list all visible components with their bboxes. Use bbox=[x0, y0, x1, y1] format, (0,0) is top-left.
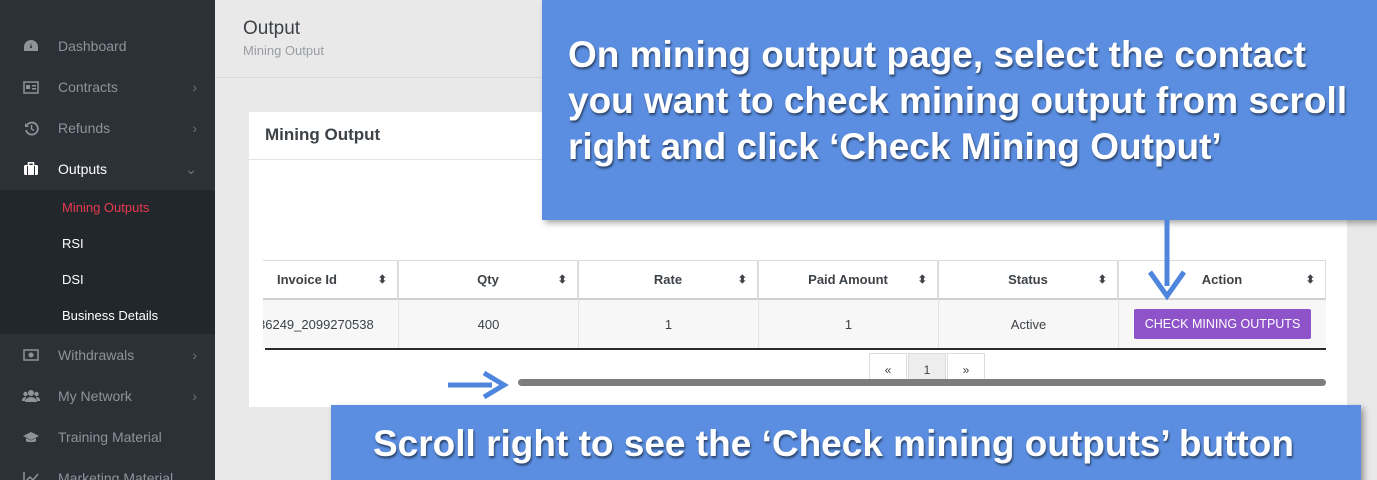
instruction-callout-top: On mining output page, select the contac… bbox=[542, 0, 1377, 220]
qty-cell: 400 bbox=[398, 300, 578, 348]
outputs-submenu: Mining Outputs RSI DSI Business Details bbox=[0, 190, 215, 334]
status-cell: Active bbox=[938, 300, 1118, 348]
refunds-icon bbox=[22, 120, 40, 136]
sidebar-item-my-network[interactable]: My Network › bbox=[0, 376, 215, 416]
callout-text: Scroll right to see the ‘Check mining ou… bbox=[373, 423, 1294, 464]
callout-text: On mining output page, select the contac… bbox=[568, 34, 1348, 167]
column-header-rate[interactable]: Rate ⬍ bbox=[578, 260, 758, 300]
column-header-invoice-id[interactable]: Invoice Id ⬍ bbox=[263, 260, 398, 300]
sidebar-item-outputs[interactable]: Outputs ⌄ bbox=[0, 149, 215, 189]
sidebar-item-label: Dashboard bbox=[58, 38, 127, 54]
invoice-id-value: 36249_2099270538 bbox=[263, 316, 374, 332]
sidebar-item-label: Training Material bbox=[58, 429, 162, 445]
dashboard-icon bbox=[22, 38, 40, 54]
sidebar-item-label: Marketing Material bbox=[58, 470, 174, 480]
column-header-label: Paid Amount bbox=[808, 272, 888, 287]
instruction-callout-bottom: Scroll right to see the ‘Check mining ou… bbox=[331, 405, 1361, 480]
users-icon bbox=[22, 388, 40, 404]
sort-icon: ⬍ bbox=[737, 274, 747, 286]
action-cell: CHECK MINING OUTPUTS bbox=[1118, 300, 1326, 348]
check-mining-outputs-button[interactable]: CHECK MINING OUTPUTS bbox=[1133, 309, 1312, 339]
card-title: Mining Output bbox=[265, 125, 381, 144]
sidebar-item-withdrawals[interactable]: Withdrawals › bbox=[0, 335, 215, 375]
breadcrumb: Mining Output bbox=[243, 43, 324, 58]
column-header-label: Action bbox=[1201, 272, 1243, 287]
table-divider bbox=[265, 348, 1326, 350]
chevron-right-icon: › bbox=[192, 120, 197, 136]
invoice-id-cell: 36249_2099270538 bbox=[263, 300, 398, 348]
column-header-label: Rate bbox=[653, 272, 683, 287]
sort-icon: ⬍ bbox=[377, 274, 387, 286]
chevron-right-icon: › bbox=[192, 388, 197, 404]
money-icon bbox=[22, 347, 40, 363]
arrow-down-icon bbox=[1147, 220, 1187, 301]
column-header-paid-amount[interactable]: Paid Amount ⬍ bbox=[758, 260, 938, 300]
submenu-item-rsi[interactable]: RSI bbox=[62, 236, 84, 251]
horizontal-scrollbar[interactable] bbox=[518, 379, 1326, 386]
sidebar-item-label: Refunds bbox=[58, 120, 111, 136]
column-header-qty[interactable]: Qty ⬍ bbox=[398, 260, 578, 300]
paid-amount-cell: 1 bbox=[758, 300, 938, 348]
sidebar-item-dashboard[interactable]: Dashboard bbox=[0, 26, 215, 66]
sidebar-item-refunds[interactable]: Refunds › bbox=[0, 108, 215, 148]
sort-icon: ⬍ bbox=[557, 274, 567, 286]
sidebar-item-label: Contracts bbox=[58, 79, 118, 95]
column-header-label: Status bbox=[1008, 272, 1048, 287]
submenu-item-dsi[interactable]: DSI bbox=[62, 272, 84, 287]
contracts-icon bbox=[22, 79, 40, 95]
chevron-right-icon: › bbox=[192, 79, 197, 95]
column-header-status[interactable]: Status ⬍ bbox=[938, 260, 1118, 300]
sidebar-item-label: Outputs bbox=[58, 161, 108, 177]
column-header-label: Invoice Id bbox=[277, 272, 337, 287]
submenu-item-mining-outputs[interactable]: Mining Outputs bbox=[62, 200, 149, 215]
briefcase-icon bbox=[22, 161, 40, 177]
sort-icon: ⬍ bbox=[1097, 274, 1107, 286]
sidebar-item-label: My Network bbox=[58, 388, 132, 404]
sidebar-item-label: Withdrawals bbox=[58, 347, 135, 363]
sidebar-item-contracts[interactable]: Contracts › bbox=[0, 67, 215, 107]
sort-icon: ⬍ bbox=[917, 274, 927, 286]
rate-cell: 1 bbox=[578, 300, 758, 348]
graduation-cap-icon bbox=[22, 429, 40, 445]
sidebar-item-marketing-material[interactable]: Marketing Material bbox=[0, 458, 215, 480]
sort-icon: ⬍ bbox=[1305, 274, 1315, 286]
arrow-right-icon bbox=[448, 370, 509, 400]
chevron-down-icon: ⌄ bbox=[185, 160, 197, 177]
chevron-right-icon: › bbox=[192, 347, 197, 363]
sidebar-item-training-material[interactable]: Training Material bbox=[0, 417, 215, 457]
submenu-item-business-details[interactable]: Business Details bbox=[62, 308, 158, 323]
sidebar: Dashboard Contracts › Refunds › Outputs … bbox=[0, 0, 215, 480]
column-header-label: Qty bbox=[477, 272, 499, 287]
chart-icon bbox=[22, 470, 40, 480]
page-title: Output bbox=[243, 18, 301, 39]
